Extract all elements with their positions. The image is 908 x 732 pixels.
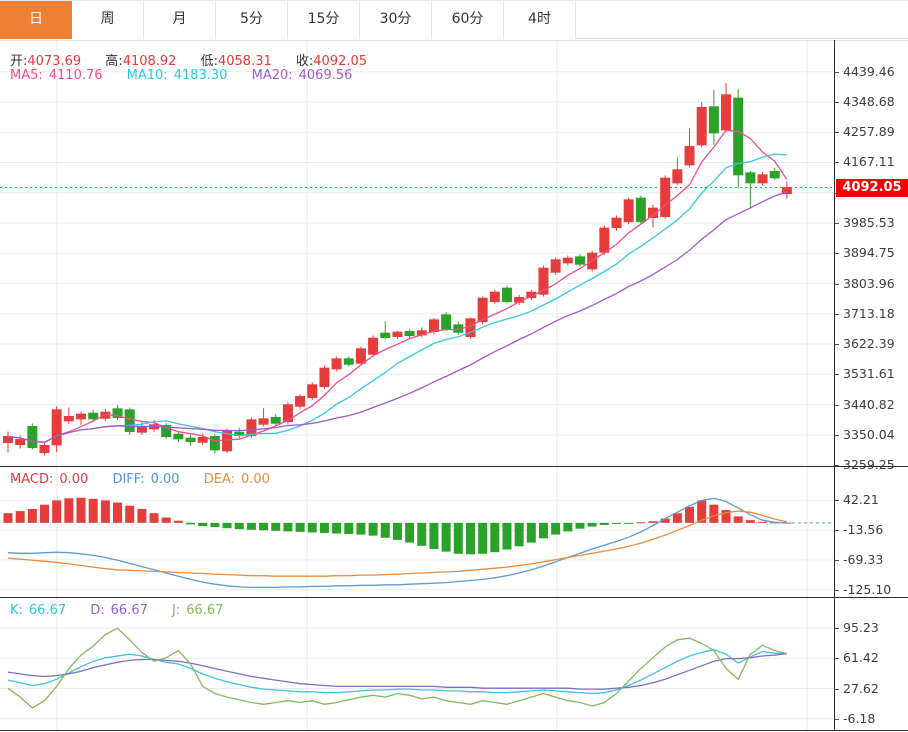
- panel-separator-macd: [0, 466, 908, 467]
- chart-area: 开:4073.69 高:4108.92 低:4058.31 收:4092.05 …: [0, 40, 908, 732]
- panel-separator-top: [0, 40, 908, 41]
- axis-tick-label: 3803.96: [835, 276, 908, 292]
- macd-panel[interactable]: [0, 467, 834, 597]
- axis-tick-label: 4439.46: [835, 64, 908, 80]
- axis-tick-label: -13.56: [835, 522, 908, 538]
- axis-border-line: [834, 40, 835, 731]
- axis-tick-label: 4167.11: [835, 154, 908, 170]
- tab-60min[interactable]: 60分: [432, 1, 504, 39]
- axis-tick-label: 95.23: [835, 620, 908, 636]
- main-candlestick-panel[interactable]: [0, 40, 834, 466]
- axis-tick-label: 27.62: [835, 681, 908, 697]
- tab-4hour[interactable]: 4时: [504, 1, 576, 39]
- axis-tick-label: -125.10: [835, 582, 908, 598]
- axis-tick-label: 3713.18: [835, 306, 908, 322]
- axis-tick-label: 3350.04: [835, 427, 908, 443]
- panel-separator-kdj: [0, 597, 908, 598]
- axis-tick-label: 61.42: [835, 650, 908, 666]
- tab-5min[interactable]: 5分: [216, 1, 288, 39]
- axis-tick-label: 4257.89: [835, 124, 908, 140]
- timeframe-tabbar: 日周月5分15分30分60分4时: [0, 0, 908, 39]
- axis-tick-label: -6.18: [835, 711, 908, 727]
- axis-tick-label: -69.33: [835, 552, 908, 568]
- axis-tick-label: 3985.53: [835, 215, 908, 231]
- axis-tick-label: 3894.75: [835, 245, 908, 261]
- tab-week[interactable]: 周: [72, 1, 144, 39]
- tab-day[interactable]: 日: [0, 1, 72, 39]
- tab-15min[interactable]: 15分: [288, 1, 360, 39]
- axis-tick-label: 3622.39: [835, 336, 908, 352]
- axis-tick-label: 4348.68: [835, 94, 908, 110]
- panel-separator-bottom: [0, 730, 908, 731]
- trading-chart-app: 日周月5分15分30分60分4时 开:4073.69 高:4108.92 低:4…: [0, 0, 908, 732]
- axis-tick-label: 3440.82: [835, 397, 908, 413]
- last-price-tag: 4092.05: [836, 179, 908, 197]
- axis-tick-label: 3531.61: [835, 366, 908, 382]
- tab-month[interactable]: 月: [144, 1, 216, 39]
- kdj-panel[interactable]: [0, 598, 834, 730]
- tab-30min[interactable]: 30分: [360, 1, 432, 39]
- axis-tick-label: 42.21: [835, 492, 908, 508]
- right-price-axis: 4439.464348.684257.894167.114076.323985.…: [835, 40, 908, 732]
